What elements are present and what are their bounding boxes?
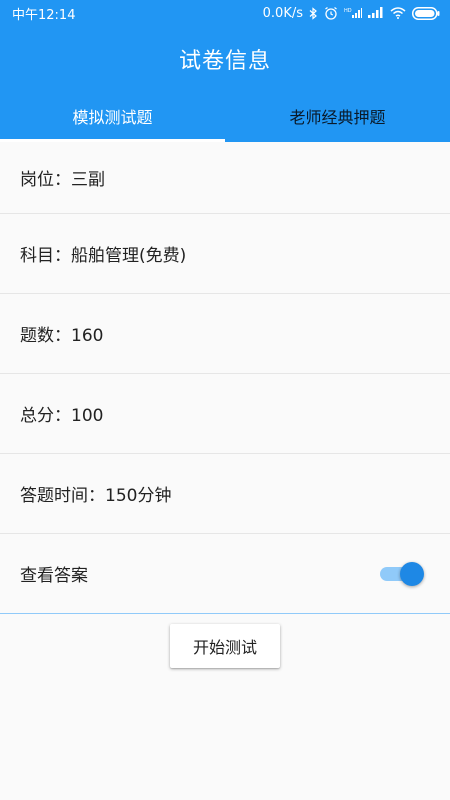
bluetooth-icon: [309, 6, 318, 20]
tab-bar: 模拟测试题 老师经典押题: [0, 90, 450, 142]
alarm-icon: [324, 6, 338, 20]
status-time: 中午12:14: [12, 7, 76, 23]
status-bar: 中午12:14 0.0K/s HD: [0, 0, 450, 26]
subject-row: 科目：船舶管理(免费): [0, 214, 450, 294]
action-area: 开始测试: [0, 614, 450, 668]
view-answer-row: 查看答案: [0, 534, 450, 614]
status-icons: 0.0K/s HD: [263, 6, 440, 21]
exam-info-list: 岗位：三副 科目：船舶管理(免费) 题数：160 总分：100 答题时间：150…: [0, 142, 450, 614]
tab-indicator: [0, 139, 225, 142]
total-score-text: 总分：100: [20, 406, 104, 426]
start-test-button[interactable]: 开始测试: [170, 624, 280, 668]
total-score-row: 总分：100: [0, 374, 450, 454]
subject-text: 科目：船舶管理(免费): [20, 246, 187, 266]
network-speed: 0.0K/s: [262, 5, 303, 21]
page-title: 试卷信息: [178, 49, 271, 74]
app-header: 试卷信息 模拟测试题 老师经典押题: [0, 26, 450, 142]
battery-icon: [412, 6, 440, 20]
signal-icon: [368, 7, 384, 19]
question-count-row: 题数：160: [0, 294, 450, 374]
tab-teacher-questions[interactable]: 老师经典押题: [225, 90, 450, 142]
position-row: 岗位：三副: [0, 142, 450, 214]
view-answer-switch[interactable]: [378, 561, 424, 587]
view-answer-label: 查看答案: [20, 566, 88, 586]
question-count-text: 题数：160: [20, 326, 104, 346]
svg-text:HD: HD: [344, 8, 352, 14]
tab-label: 老师经典押题: [289, 108, 386, 127]
answer-time-row: 答题时间：150分钟: [0, 454, 450, 534]
tab-mock-test[interactable]: 模拟测试题: [0, 90, 225, 142]
answer-time-text: 答题时间：150分钟: [20, 486, 172, 506]
app-screen: 中午12:14 0.0K/s HD 试卷信息 模拟测试题 老师经典押题 岗位：三…: [0, 0, 450, 800]
switch-thumb[interactable]: [400, 561, 424, 586]
wifi-icon: [390, 7, 406, 19]
position-text: 岗位：三副: [20, 170, 105, 190]
tab-label: 模拟测试题: [72, 108, 153, 127]
hd-signal-icon: HD: [344, 7, 362, 19]
